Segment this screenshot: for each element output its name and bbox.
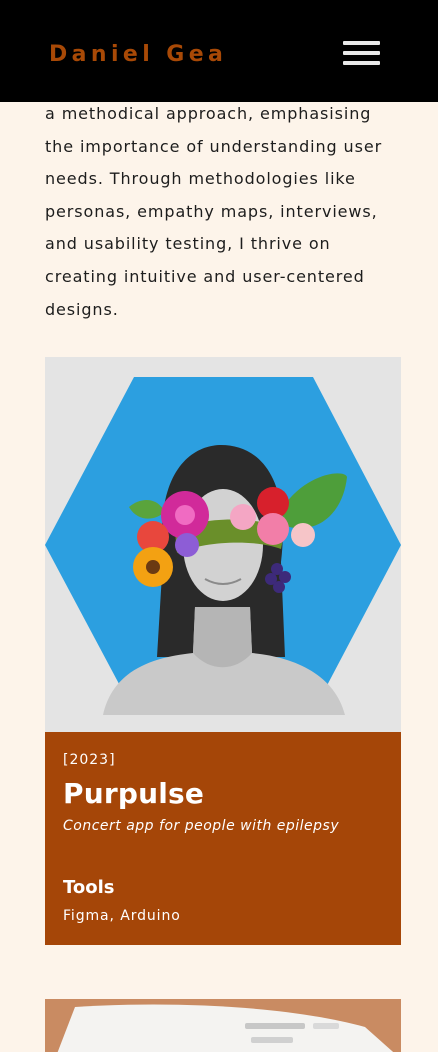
next-project-card-image[interactable]	[45, 999, 401, 1052]
project-details: [2023] Purpulse Concert app for people w…	[45, 732, 401, 945]
project-subtitle: Concert app for people with epilepsy	[63, 818, 340, 834]
woman-with-flowers-illustration	[45, 377, 401, 715]
project-image[interactable]	[45, 357, 401, 732]
intro-paragraph: a methodical approach, emphasising the i…	[45, 104, 383, 319]
project-title[interactable]: Purpulse	[63, 777, 204, 810]
tools-list: Figma, Arduino	[63, 908, 181, 924]
project-card-purpulse[interactable]: [2023] Purpulse Concert app for people w…	[45, 357, 401, 945]
paper-sketch-illustration	[45, 999, 401, 1052]
top-navigation-bar: Daniel Gea	[0, 0, 438, 102]
site-brand-name[interactable]: Daniel Gea	[49, 42, 227, 67]
tools-heading: Tools	[63, 877, 115, 898]
hamburger-menu-icon[interactable]	[341, 39, 381, 67]
project-year: [2023]	[63, 752, 116, 768]
